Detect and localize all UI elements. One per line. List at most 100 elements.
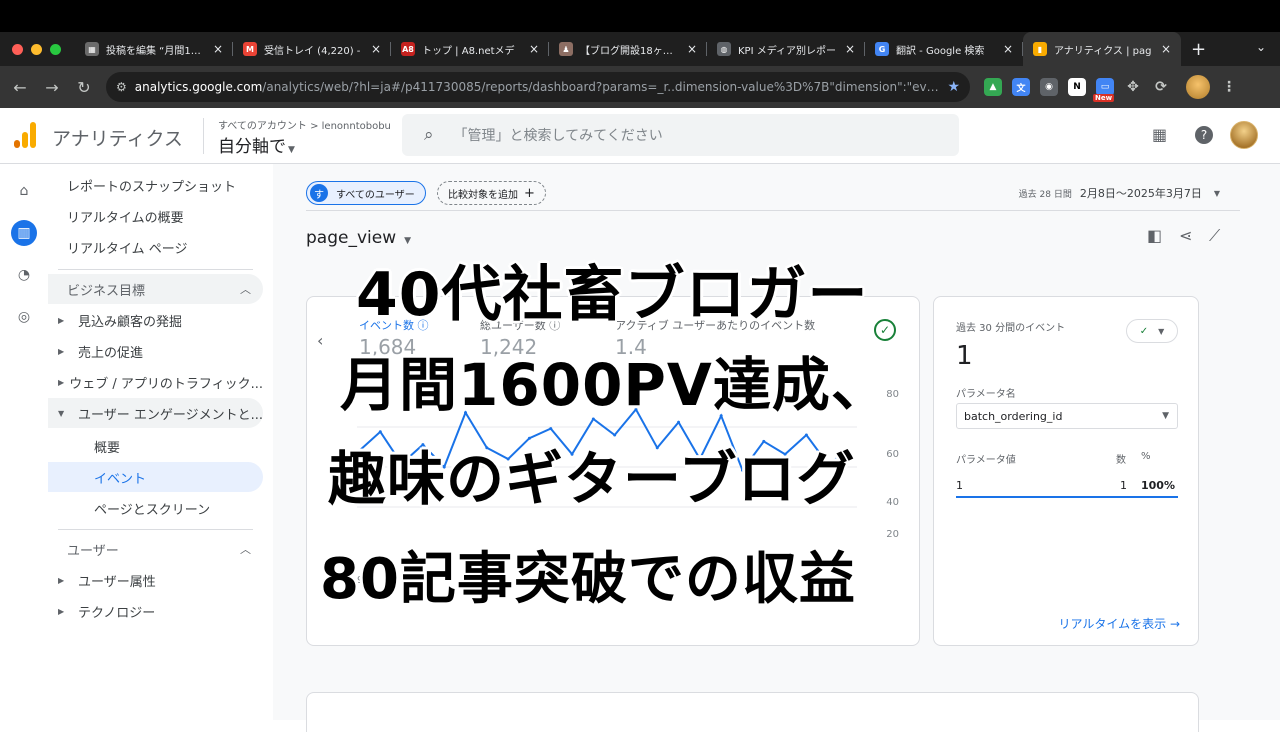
add-comparison-button[interactable]: 比較対象を追加 +: [437, 181, 546, 205]
chat-extension-icon[interactable]: ◉: [1040, 78, 1058, 96]
new-extension-icon[interactable]: ▭ New: [1093, 78, 1115, 102]
row-bar: [956, 496, 1178, 498]
zoom-window-button[interactable]: [50, 43, 61, 55]
nav-divider: [58, 529, 253, 530]
nav-sub-pages[interactable]: ページとスクリーン: [48, 493, 263, 523]
segment-label: すべてのユーザー: [336, 189, 415, 201]
google-icon: G: [875, 42, 889, 56]
tabs: ▦ 投稿を編集 “月間1600 × M 受信トレイ (4,220) - × A8 トップ | …: [75, 32, 1181, 66]
date-range-picker[interactable]: 過去 28 日間 2月8日〜2025年3月7日 ▼: [1019, 185, 1220, 201]
advertising-icon[interactable]: ◎: [11, 304, 37, 330]
close-tab-icon[interactable]: ×: [687, 42, 697, 56]
column-header-percent: %: [1141, 451, 1151, 462]
nav-sub-overview[interactable]: 概要: [48, 431, 263, 461]
y-tick-label: 40: [886, 497, 899, 508]
nav-item-demographics[interactable]: ▶ ユーザー属性: [48, 565, 263, 595]
reports-icon[interactable]: ▥: [11, 220, 37, 246]
nav-item-technology[interactable]: ▶ テクノロジー: [48, 596, 263, 626]
minimize-window-button[interactable]: [31, 43, 42, 55]
browser-tab[interactable]: ◍ KPI メディア別レポー ×: [707, 32, 865, 66]
tab-strip: ▦ 投稿を編集 “月間1600 × M 受信トレイ (4,220) - × A8 トップ | …: [0, 32, 1280, 66]
browser-tab[interactable]: ▦ 投稿を編集 “月間1600 ×: [75, 32, 233, 66]
gmail-icon: M: [243, 42, 257, 56]
event-name-selector[interactable]: page_view ▼: [306, 228, 411, 248]
insights-icon[interactable]: ⟋: [1209, 226, 1220, 246]
tab-title: 受信トレイ (4,220) -: [264, 45, 361, 57]
chevron-down-icon: ▼: [1162, 411, 1169, 421]
browser-tab[interactable]: G 翻訳 - Google 検索 ×: [865, 32, 1023, 66]
close-window-button[interactable]: [12, 43, 23, 55]
browser-tab[interactable]: M 受信トレイ (4,220) - ×: [233, 32, 391, 66]
param-name-select[interactable]: batch_ordering_id ▼: [956, 403, 1178, 429]
close-tab-icon[interactable]: ×: [1161, 42, 1171, 56]
tab-search-chevron-icon[interactable]: ⌄: [1256, 40, 1266, 54]
nav-item-engagement[interactable]: ▼ ユーザー エンゲージメントと...: [48, 398, 263, 428]
nav-realtime-page[interactable]: リアルタイム ページ: [48, 232, 263, 262]
drive-extension-icon[interactable]: ▲: [984, 78, 1002, 96]
plus-icon: +: [524, 185, 535, 201]
new-tab-button[interactable]: +: [1191, 39, 1206, 60]
nav-item-leads[interactable]: ▶ 見込み顧客の発掘: [48, 305, 263, 335]
notion-extension-icon[interactable]: N: [1068, 78, 1086, 96]
browser-tab[interactable]: A8 トップ | A8.netメデ ×: [391, 32, 549, 66]
compare-columns-icon[interactable]: ◧: [1147, 226, 1162, 245]
sync-icon[interactable]: ⟳: [1152, 78, 1170, 96]
chevron-down-icon: ▼: [1213, 188, 1220, 198]
forward-arrow-icon[interactable]: →: [36, 78, 68, 97]
back-arrow-icon[interactable]: ←: [4, 78, 36, 97]
url-field[interactable]: ⚙ analytics.google.com /analytics/web/?h…: [106, 72, 970, 102]
column-header-count[interactable]: 数: [1116, 451, 1126, 466]
nav-snapshot[interactable]: レポートのスナップショット: [48, 170, 263, 200]
nav-item-label: テクノロジー: [78, 605, 156, 621]
site-settings-icon[interactable]: ⚙: [116, 80, 127, 94]
nav-realtime-overview[interactable]: リアルタイムの概要: [48, 201, 263, 231]
close-tab-icon[interactable]: ×: [213, 42, 223, 56]
segment-chip-all-users[interactable]: す すべてのユーザー: [306, 181, 426, 205]
nav-item-sales[interactable]: ▶ 売上の促進: [48, 336, 263, 366]
chevron-left-icon[interactable]: ‹: [317, 331, 323, 350]
puzzle-extensions-icon[interactable]: ✥: [1124, 78, 1142, 96]
nav-item-traffic[interactable]: ▶ ウェブ / アプリのトラフィック...: [48, 367, 263, 397]
data-point[interactable]: [549, 427, 553, 431]
row-percent: 100%: [1141, 479, 1175, 492]
close-tab-icon[interactable]: ×: [371, 42, 381, 56]
extensions-bar: ▲ 文 ◉ N ▭ New ✥ ⟳ ⋮: [984, 75, 1238, 102]
translate-extension-icon[interactable]: 文: [1012, 78, 1030, 96]
apps-grid-icon[interactable]: ▦: [1152, 125, 1167, 144]
bookmark-star-icon[interactable]: ★: [947, 79, 960, 95]
home-icon[interactable]: ⌂: [11, 178, 37, 204]
chevron-down-icon: ▼: [288, 145, 295, 155]
header-divider: [203, 118, 204, 154]
realtime-status-dropdown[interactable]: ✓ ▼: [1126, 319, 1178, 343]
browser-profile-avatar[interactable]: [1186, 75, 1210, 99]
account-breadcrumb[interactable]: すべてのアカウント > lenonntobobu: [218, 117, 391, 132]
nav-item-label: 見込み顧客の発掘: [78, 314, 183, 330]
search-input[interactable]: ⌕ 「管理」と検索してみてください: [402, 114, 959, 156]
browser-tab[interactable]: ♟ 【ブログ開設18ヶ月目 ×: [549, 32, 707, 66]
nav-sub-events[interactable]: イベント: [48, 462, 263, 492]
view-realtime-link[interactable]: リアルタイムを表示 →: [1058, 615, 1180, 632]
property-selector[interactable]: 自分軸で ▼: [218, 132, 295, 157]
nav-item-label: ユーザー属性: [78, 574, 156, 590]
explore-icon[interactable]: ◔: [11, 262, 37, 288]
analytics-logo-icon[interactable]: [14, 122, 38, 148]
close-tab-icon[interactable]: ×: [1003, 42, 1013, 56]
caret-right-icon: ▶: [58, 606, 65, 616]
share-icon[interactable]: ⋖: [1179, 226, 1192, 245]
headline-line-4: 80記事突破での収益: [320, 547, 856, 612]
url-path: /analytics/web/?hl=ja#/p411730085/report…: [262, 80, 940, 94]
browser-menu-icon[interactable]: ⋮: [1220, 78, 1238, 96]
app-name: アナリティクス: [52, 128, 183, 150]
browser-tab[interactable]: ▮ アナリティクス | pag ×: [1023, 32, 1181, 66]
nav-section-users[interactable]: ユーザー ︿: [48, 534, 263, 564]
avatar[interactable]: [1230, 121, 1258, 149]
headline-line-1: 40代社畜ブロガー: [356, 260, 869, 330]
globe-icon: ◍: [717, 42, 731, 56]
reload-icon[interactable]: ↻: [68, 78, 100, 97]
help-icon[interactable]: ?: [1195, 126, 1213, 144]
a8-icon: A8: [401, 42, 415, 56]
search-icon: ⌕: [424, 125, 434, 145]
close-tab-icon[interactable]: ×: [529, 42, 539, 56]
nav-section-business[interactable]: ビジネス目標 ︿: [48, 274, 263, 304]
close-tab-icon[interactable]: ×: [845, 42, 855, 56]
